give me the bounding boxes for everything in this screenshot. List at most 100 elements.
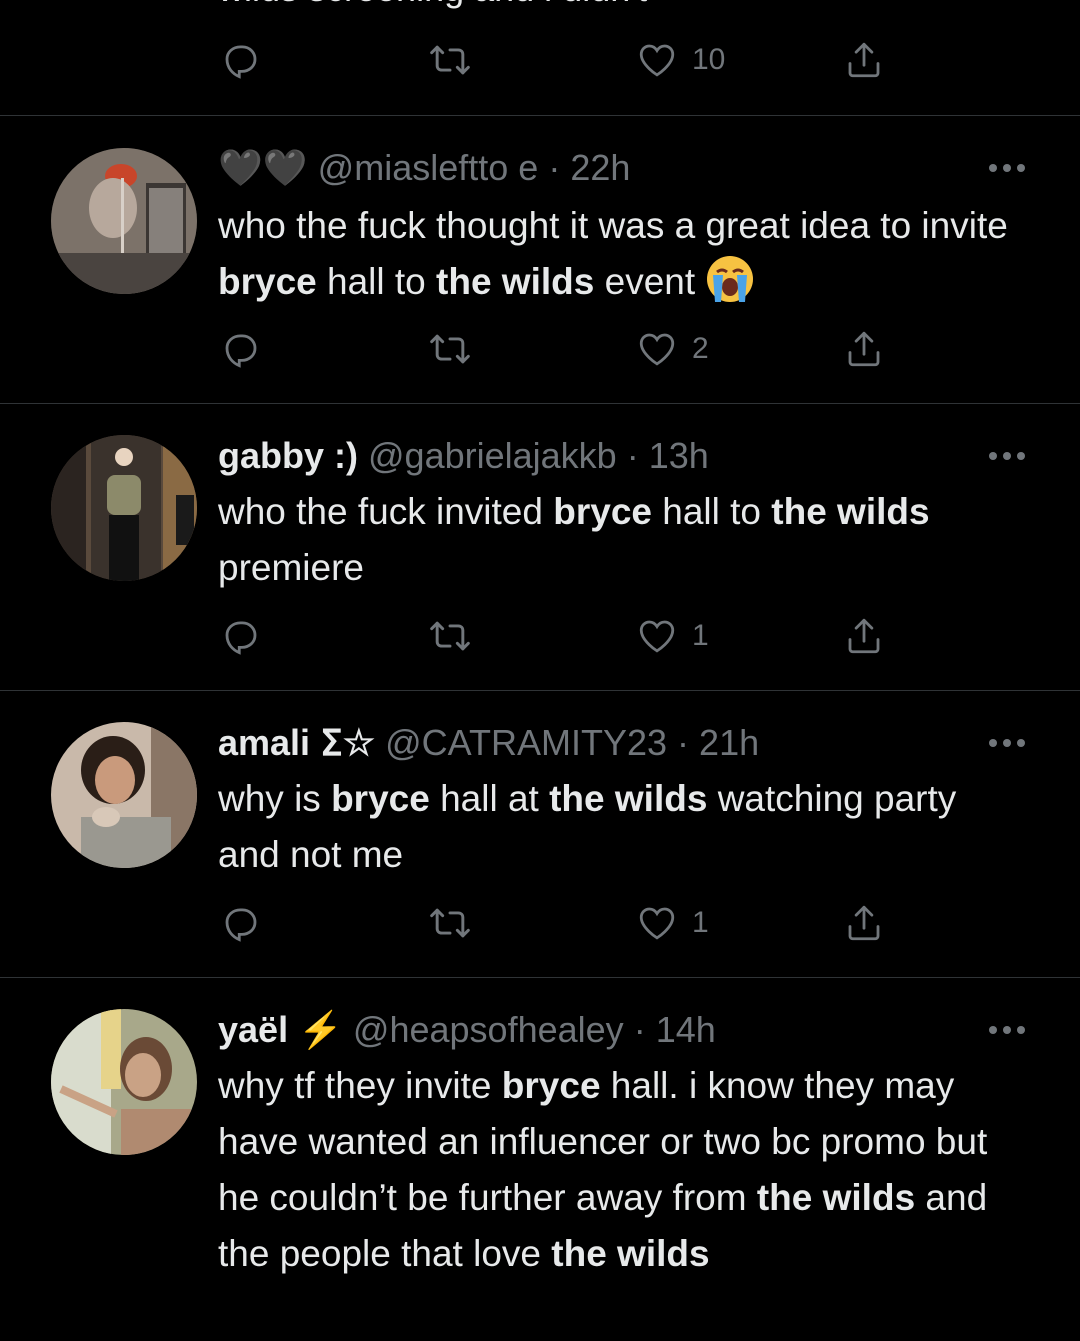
text-segment: event [594, 261, 706, 302]
partial-tweet-text: wilds screening and i didn't [218, 0, 647, 10]
display-name[interactable]: yaël ⚡ [218, 1009, 343, 1050]
separator-dot: · [633, 1009, 646, 1050]
more-button[interactable] [988, 451, 1026, 461]
reply-button[interactable] [220, 614, 262, 658]
tweet-header: yaël ⚡ @heapsofhealey · 14h [218, 1008, 716, 1052]
username[interactable]: @miasleftto e [318, 147, 539, 188]
timestamp[interactable]: 13h [649, 435, 709, 476]
reply-button[interactable] [220, 327, 262, 371]
text-segment: who the fuck thought it was a great idea… [218, 205, 1008, 246]
text-segment: who the fuck invited [218, 491, 554, 532]
partial-tweet-actions: 10 [0, 38, 1080, 82]
timestamp[interactable]: 22h [570, 147, 630, 188]
tweet-header: amali ⵉ☆ @CATRAMITY23 · 21h [218, 721, 759, 765]
tweet[interactable]: yaël ⚡ @heapsofhealey · 14h why tf they … [0, 977, 1080, 1341]
share-button[interactable] [843, 38, 885, 82]
share-button[interactable] [843, 614, 885, 658]
tweet-actions: 1 [0, 614, 1080, 658]
timestamp[interactable]: 21h [699, 722, 759, 763]
heart-icon [639, 620, 675, 653]
more-icon [989, 452, 1025, 460]
bold-segment: the wilds [551, 1233, 710, 1274]
heart-icon [639, 333, 675, 366]
tweet-text: who the fuck thought it was a great idea… [218, 198, 1018, 310]
avatar[interactable] [51, 148, 197, 294]
retweet-icon [430, 334, 470, 364]
bold-segment: the wilds [756, 1177, 916, 1218]
tweet-text: who the fuck invited bryce hall to the w… [218, 484, 1018, 596]
more-icon [989, 164, 1025, 172]
text-segment: hall to [651, 491, 772, 532]
username[interactable]: @gabrielajakkb [368, 435, 617, 476]
share-button[interactable] [843, 901, 885, 945]
reply-icon [225, 45, 257, 79]
avatar[interactable] [51, 435, 197, 581]
heart-icon [639, 907, 675, 940]
display-name[interactable]: amali ⵉ☆ [218, 722, 375, 763]
separator-dot: · [548, 147, 561, 188]
bold-segment: the wilds [436, 261, 595, 302]
reply-button[interactable] [220, 38, 262, 82]
tweet[interactable]: 🖤🖤 @miasleftto e · 22h who the fuck thou… [0, 115, 1080, 404]
share-button[interactable] [843, 327, 885, 371]
more-button[interactable] [988, 163, 1026, 173]
retweet-icon [430, 621, 470, 651]
text-segment: hall at [429, 778, 550, 819]
more-button[interactable] [988, 738, 1026, 748]
like-button[interactable]: 2 [636, 327, 709, 371]
more-icon [989, 1026, 1025, 1034]
like-button[interactable]: 10 [636, 38, 725, 82]
display-name[interactable]: gabby :) [218, 435, 358, 476]
share-icon [848, 42, 880, 78]
display-name[interactable]: 🖤🖤 [218, 147, 308, 188]
tweet-header: gabby :) @gabrielajakkb · 13h [218, 434, 709, 478]
like-button[interactable]: 1 [636, 614, 709, 658]
retweet-button[interactable] [428, 901, 472, 945]
like-count: 1 [692, 906, 709, 939]
like-count: 1 [692, 619, 709, 652]
bold-segment: bryce [501, 1065, 601, 1106]
text-segment: why is [218, 778, 332, 819]
reply-icon [225, 621, 257, 655]
like-count: 2 [692, 332, 709, 365]
bold-segment: bryce [553, 491, 652, 532]
timestamp[interactable]: 14h [656, 1009, 716, 1050]
reply-button[interactable] [220, 901, 262, 945]
bold-segment: the wilds [771, 491, 930, 532]
tweet-actions: 1 [0, 901, 1080, 945]
retweet-icon [430, 45, 470, 75]
share-icon [848, 618, 880, 654]
tweet-text: why is bryce hall at the wilds watching … [218, 771, 1018, 883]
more-button[interactable] [988, 1025, 1026, 1035]
username[interactable]: @heapsofhealey [353, 1009, 624, 1050]
retweet-button[interactable] [428, 614, 472, 658]
more-icon [989, 739, 1025, 747]
separator-dot: · [626, 435, 639, 476]
heart-icon [639, 44, 675, 77]
tweet-header: 🖤🖤 @miasleftto e · 22h [218, 146, 630, 190]
like-count: 10 [692, 43, 726, 76]
bold-segment: the wilds [549, 778, 708, 819]
tweet-text: why tf they invite bryce hall. i know th… [218, 1058, 1008, 1282]
bold-segment: bryce [218, 261, 317, 302]
bold-segment: bryce [331, 778, 430, 819]
avatar[interactable] [51, 722, 197, 868]
text-segment: premiere [218, 547, 364, 588]
share-icon [848, 331, 880, 367]
tweet-actions: 2 [0, 327, 1080, 371]
separator-dot: · [677, 722, 690, 763]
reply-icon [225, 334, 257, 368]
crying-emoji-icon [705, 254, 755, 304]
tweet[interactable]: amali ⵉ☆ @CATRAMITY23 · 21h why is bryce… [0, 690, 1080, 978]
avatar[interactable] [51, 1009, 197, 1155]
retweet-button[interactable] [428, 38, 472, 82]
text-segment: hall to [316, 261, 437, 302]
tweet[interactable]: gabby :) @gabrielajakkb · 13h who the fu… [0, 403, 1080, 691]
like-button[interactable]: 1 [636, 901, 709, 945]
retweet-icon [430, 908, 470, 938]
retweet-button[interactable] [428, 327, 472, 371]
username[interactable]: @CATRAMITY23 [385, 722, 667, 763]
share-icon [848, 905, 880, 941]
reply-icon [225, 908, 257, 942]
text-segment: why tf they invite [218, 1065, 502, 1106]
